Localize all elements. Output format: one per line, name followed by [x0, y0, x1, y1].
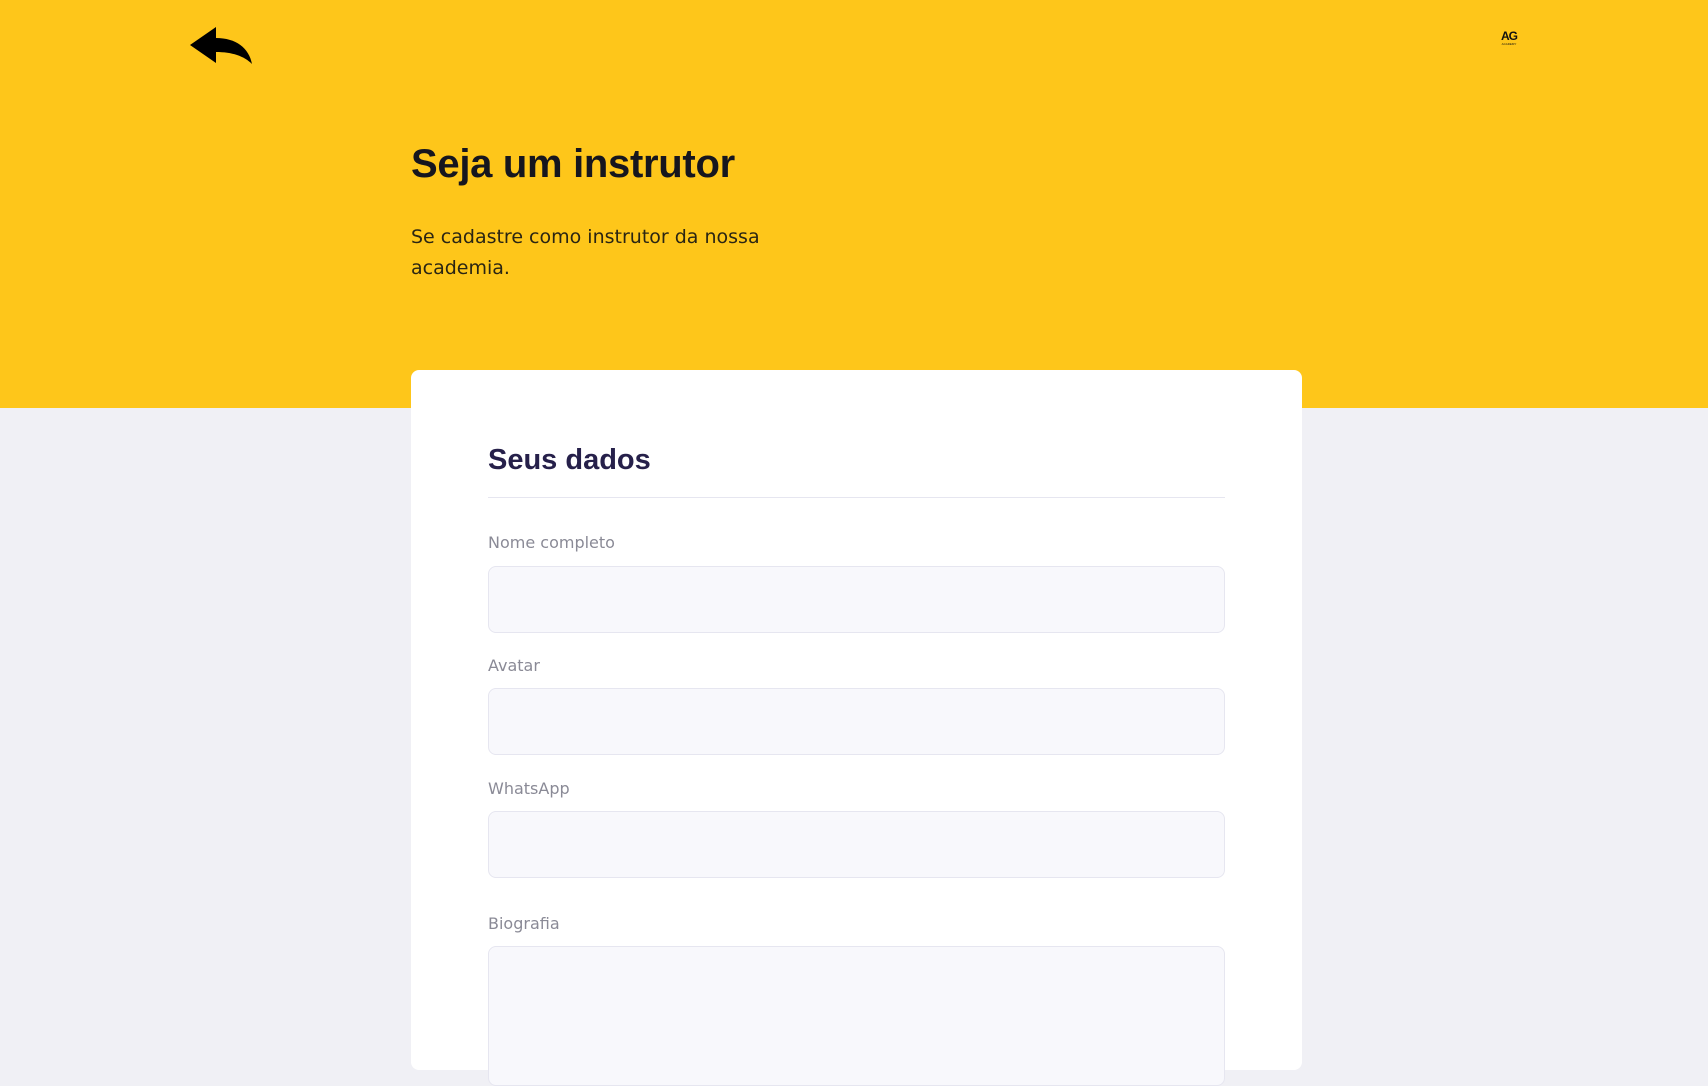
back-arrow-icon — [190, 27, 252, 64]
avatar-label: Avatar — [488, 656, 540, 675]
section-title: Seus dados — [488, 444, 651, 476]
form-card: Seus dados Nome completo Avatar WhatsApp… — [411, 370, 1302, 1086]
page-subtitle: Se cadastre como instrutor da nossa acad… — [411, 226, 760, 279]
logo[interactable]: AG ACADEMY — [1497, 30, 1521, 46]
back-button[interactable] — [188, 24, 256, 70]
page-title: Seja um instrutor — [411, 142, 735, 186]
section-divider — [488, 497, 1225, 498]
name-label: Nome completo — [488, 533, 615, 552]
whatsapp-input[interactable] — [488, 811, 1225, 878]
avatar-input[interactable] — [488, 688, 1225, 755]
logo-mark: AG — [1501, 29, 1518, 43]
whatsapp-label: WhatsApp — [488, 779, 570, 798]
name-input[interactable] — [488, 566, 1225, 633]
hero-banner: AG ACADEMY Seja um instrutor Se cadastre… — [0, 0, 1708, 408]
biography-textarea[interactable] — [488, 946, 1225, 1086]
logo-subtext: ACADEMY — [1501, 42, 1517, 46]
biography-label: Biografia — [488, 914, 560, 933]
